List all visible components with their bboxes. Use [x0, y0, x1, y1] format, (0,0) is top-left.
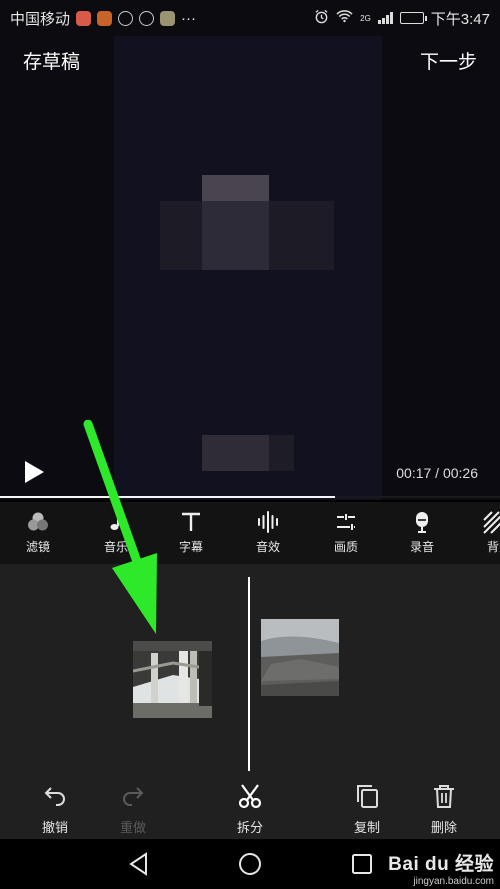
timeline-playhead[interactable] — [248, 577, 250, 773]
watermark-text: Bai du 经验 — [388, 854, 494, 875]
play-icon[interactable] — [20, 458, 48, 486]
save-draft-button[interactable]: 存草稿 — [23, 47, 80, 74]
alarm-icon — [314, 9, 329, 28]
split-label: 拆分 — [236, 820, 263, 835]
delete-label: 删除 — [430, 820, 457, 835]
copy-label: 复制 — [353, 820, 380, 835]
filter-icon — [28, 512, 48, 531]
baidu-jingyan-watermark: Bai du 经验 jingyan.baidu.com — [388, 849, 494, 887]
redo-button[interactable]: 重做 — [105, 783, 161, 836]
adjust-icon — [337, 514, 355, 530]
video-content — [202, 201, 269, 270]
playback-progress-bar[interactable] — [0, 496, 500, 498]
video-clip-thumbnail[interactable] — [133, 641, 212, 718]
delete-button[interactable]: 删除 — [416, 783, 472, 836]
text-icon — [182, 512, 200, 531]
sync-icon — [118, 10, 134, 26]
undo-icon — [44, 787, 65, 806]
tool-label: 滤镜 — [25, 540, 50, 554]
app-notification-icon — [76, 10, 92, 26]
battery-icon — [399, 12, 427, 24]
network-type: 2G — [360, 13, 371, 23]
video-preview[interactable] — [0, 36, 500, 500]
tool-sound-effect[interactable]: 音效 — [238, 510, 298, 560]
timeline[interactable] — [0, 564, 500, 773]
more-notifications-icon: ··· — [181, 9, 197, 27]
tool-filter[interactable]: 滤镜 — [8, 510, 68, 560]
tool-subtitle[interactable]: 字幕 — [161, 510, 221, 560]
sync-icon — [139, 10, 155, 26]
video-content — [202, 435, 269, 471]
app-notification-icon — [160, 10, 176, 26]
tool-label: 画质 — [333, 540, 358, 554]
home-icon[interactable] — [237, 851, 263, 877]
video-content — [269, 435, 294, 471]
watermark-url: jingyan.baidu.com — [413, 876, 494, 887]
music-note-icon — [110, 511, 125, 530]
recent-apps-icon[interactable] — [349, 851, 375, 877]
tool-label: 录音 — [409, 540, 434, 554]
tool-record[interactable]: 录音 — [392, 510, 452, 560]
background-icon — [483, 511, 500, 534]
playback-progress-fill — [0, 496, 335, 498]
tool-music[interactable]: 音乐 — [86, 510, 146, 560]
video-clip-thumbnail[interactable] — [261, 619, 339, 696]
edit-toolbar: 滤镜 音乐 字幕 音效 画质 录音 背景 — [0, 502, 500, 564]
wifi-icon — [336, 9, 353, 27]
tool-quality[interactable]: 画质 — [316, 510, 376, 560]
microphone-icon — [416, 512, 428, 533]
redo-icon — [123, 787, 144, 806]
scissors-icon — [238, 784, 262, 809]
next-step-button[interactable]: 下一步 — [420, 47, 477, 74]
fox-app-icon — [97, 10, 113, 26]
trash-icon — [434, 785, 454, 808]
tool-label: 音效 — [255, 540, 280, 554]
carrier-name: 中国移动 — [10, 10, 71, 28]
back-icon[interactable] — [126, 851, 152, 877]
tool-background[interactable]: 背景 — [470, 510, 500, 560]
status-bar: 中国移动 ··· 2G 下午3:47 — [0, 0, 500, 36]
edit-actions-bar: 撤销 重做 拆分 复制 删除 — [0, 771, 500, 839]
tool-label: 音乐 — [103, 540, 128, 554]
undo-label: 撤销 — [41, 820, 68, 835]
signal-icon — [377, 12, 393, 24]
system-navigation-bar: Bai du 经验 jingyan.baidu.com — [0, 839, 500, 889]
tool-label: 字幕 — [178, 540, 203, 554]
playback-time: 00:17 / 00:26 — [396, 465, 478, 481]
undo-button[interactable]: 撤销 — [27, 783, 83, 836]
sound-effect-icon — [258, 511, 278, 533]
copy-button[interactable]: 复制 — [339, 783, 395, 836]
redo-label: 重做 — [119, 820, 146, 835]
clock: 下午3:47 — [430, 10, 490, 28]
copy-icon — [357, 785, 378, 808]
split-button[interactable]: 拆分 — [222, 783, 278, 836]
tool-label: 背景 — [487, 540, 500, 554]
